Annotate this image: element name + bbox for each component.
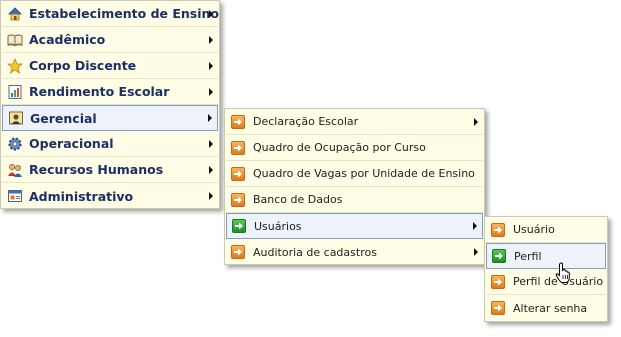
menu-item-gerencial[interactable]: Gerencial — [2, 105, 218, 131]
submenu-item-usuarios[interactable]: Usuários — [226, 213, 483, 239]
menu-item-rendimento-escolar[interactable]: Rendimento Escolar — [2, 79, 218, 105]
submenu-item-label: Banco de Dados — [253, 193, 343, 206]
menu-item-administrativo[interactable]: Administrativo — [2, 183, 218, 209]
usuarios-submenu: Usuário Perfil Perfil de Usuário Alterar… — [484, 216, 608, 322]
menu-item-recursos-humanos[interactable]: Recursos Humanos — [2, 157, 218, 183]
submenu-item-usuario[interactable]: Usuário — [486, 217, 606, 243]
menu-item-academico[interactable]: Acadêmico — [2, 27, 218, 53]
submenu-arrow-icon — [209, 35, 213, 44]
arrow-right-icon — [231, 166, 245, 181]
menu-item-operacional[interactable]: Operacional — [2, 131, 218, 157]
arrow-right-icon — [492, 249, 506, 263]
window-icon — [7, 188, 23, 204]
submenu-arrow-icon — [209, 139, 213, 148]
menu-item-label: Administrativo — [29, 188, 134, 204]
submenu-item-label: Usuários — [254, 219, 302, 233]
arrow-right-icon — [232, 219, 246, 233]
people-icon — [7, 162, 23, 178]
submenu-item-perfil[interactable]: Perfil — [486, 243, 606, 269]
menu-item-label: Recursos Humanos — [29, 162, 164, 177]
submenu-item-banco-de-dados[interactable]: Banco de Dados — [226, 187, 483, 213]
submenu-item-label: Usuário — [513, 223, 555, 236]
arrow-right-icon — [491, 301, 505, 315]
submenu-arrow-icon — [474, 248, 478, 256]
menu-item-label: Operacional — [29, 136, 114, 151]
report-icon — [7, 84, 23, 100]
menu-item-estabelecimento-de-ensino[interactable]: Estabelecimento de Ensino — [2, 1, 220, 27]
submenu-item-quadro-vagas[interactable]: Quadro de Vagas por Unidade de Ensino — [226, 161, 483, 187]
hand-cursor-icon — [555, 262, 570, 283]
arrow-right-icon — [231, 140, 245, 155]
submenu-item-auditoria[interactable]: Auditoria de cadastros — [226, 239, 483, 265]
submenu-item-label: Auditoria de cadastros — [253, 245, 377, 259]
submenu-item-alterar-senha[interactable]: Alterar senha — [486, 295, 606, 321]
gear-icon — [7, 136, 23, 152]
menu-item-label: Rendimento Escolar — [29, 84, 170, 99]
star-icon — [6, 57, 24, 74]
arrow-right-icon — [231, 192, 245, 207]
main-menu: Estabelecimento de Ensino Acadêmico Corp… — [0, 0, 220, 209]
submenu-arrow-icon — [473, 222, 477, 230]
house-icon — [7, 6, 23, 22]
menu-item-label: Corpo Discente — [29, 58, 137, 73]
submenu-arrow-icon — [209, 9, 213, 18]
submenu-arrow-icon — [474, 117, 478, 126]
submenu-arrow-icon — [209, 87, 213, 96]
submenu-arrow-icon — [209, 165, 213, 174]
submenu-arrow-icon — [209, 192, 213, 200]
submenu-item-label: Perfil — [514, 249, 542, 263]
arrow-right-icon — [491, 274, 505, 289]
submenu-item-label: Quadro de Vagas por Unidade de Ensino — [253, 167, 475, 180]
menu-item-label: Estabelecimento de Ensino — [29, 6, 220, 21]
menu-item-label: Gerencial — [30, 110, 97, 126]
submenu-arrow-icon — [208, 114, 212, 122]
submenu-item-label: Alterar senha — [513, 301, 588, 315]
manager-icon — [8, 110, 24, 126]
arrow-right-icon — [231, 114, 245, 129]
submenu-item-declaracao-escolar[interactable]: Declaração Escolar — [226, 109, 483, 135]
submenu-item-quadro-ocupacao[interactable]: Quadro de Ocupação por Curso — [226, 135, 483, 161]
submenu-item-perfil-de-usuario[interactable]: Perfil de Usuário — [486, 269, 606, 295]
menu-item-label: Acadêmico — [29, 32, 106, 47]
arrow-right-icon — [491, 222, 505, 237]
submenu-item-label: Declaração Escolar — [253, 115, 359, 128]
submenu-arrow-icon — [209, 61, 213, 70]
book-icon — [7, 32, 23, 48]
submenu-item-label: Quadro de Ocupação por Curso — [253, 141, 426, 154]
arrow-right-icon — [231, 245, 245, 259]
menu-item-corpo-discente[interactable]: Corpo Discente — [2, 53, 218, 79]
gerencial-submenu: Declaração Escolar Quadro de Ocupação po… — [224, 108, 485, 265]
